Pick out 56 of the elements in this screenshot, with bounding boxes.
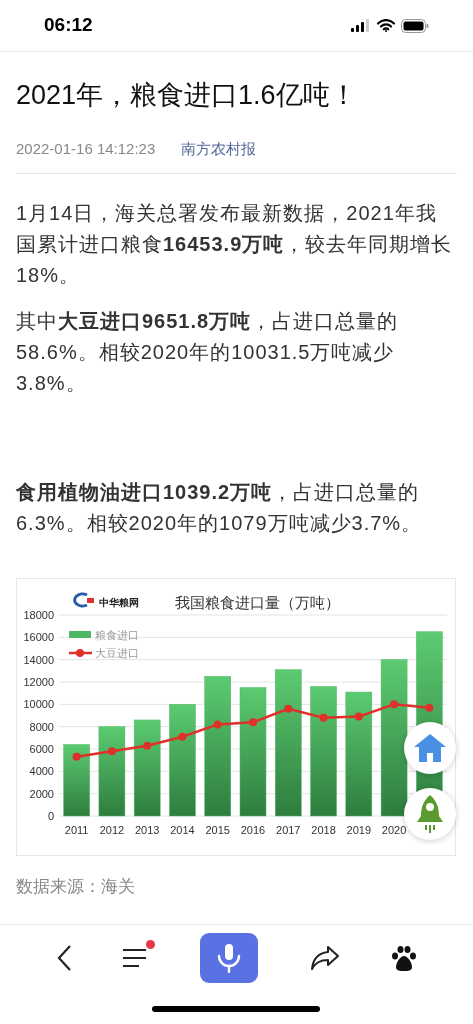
y-tick-label: 16000 xyxy=(23,630,54,643)
article-paragraph: 1月14日，海关总署发布最新数据，2021年我国累计进口粮食16453.9万吨，较去年同期增长18%。 xyxy=(16,200,454,288)
data-point xyxy=(425,703,434,712)
data-point xyxy=(249,717,257,726)
y-tick-label: 6000 xyxy=(29,742,54,755)
status-time: 06:12 xyxy=(44,13,93,38)
rocket-icon xyxy=(415,794,445,834)
x-tick-label: 2013 xyxy=(134,823,160,836)
x-tick-label: 2016 xyxy=(240,823,266,836)
article-title: 2021年，粮食进口1.6亿吨！ xyxy=(16,79,358,112)
x-tick-label: 2020 xyxy=(381,823,407,836)
y-tick-label: 4000 xyxy=(29,764,54,777)
data-point xyxy=(390,699,399,708)
voice-button[interactable] xyxy=(200,932,259,983)
x-tick-label: 2018 xyxy=(311,823,336,836)
signal-icon xyxy=(351,19,371,32)
microphone-icon xyxy=(216,942,243,973)
x-tick-label: 2015 xyxy=(205,823,230,836)
y-tick-label: 14000 xyxy=(23,653,54,666)
x-tick-label: 2011 xyxy=(64,823,89,836)
data-point xyxy=(284,704,293,713)
x-tick-label: 2019 xyxy=(346,823,372,836)
y-tick-label: 10000 xyxy=(23,697,54,710)
data-point xyxy=(319,713,328,722)
wifi-icon xyxy=(377,19,395,32)
article-paragraph: 食用植物油进口1039.2万吨，占进口总量的6.3%。相较2020年的1079万吨减少3.7%。 xyxy=(16,479,424,536)
share-icon[interactable] xyxy=(309,944,340,971)
home-icon xyxy=(413,733,447,763)
back-icon[interactable] xyxy=(55,943,72,972)
paw-icon[interactable] xyxy=(391,944,418,971)
data-point xyxy=(107,746,116,755)
x-tick-label: 2014 xyxy=(170,823,195,836)
legend-label: 大豆进口 xyxy=(95,646,139,660)
y-tick-label: 8000 xyxy=(29,720,54,733)
y-tick-label: 0 xyxy=(47,809,54,822)
battery-icon xyxy=(401,18,429,33)
y-tick-label: 12000 xyxy=(23,675,54,688)
chart-title: 我国粮食进口量（万吨） xyxy=(174,593,340,612)
y-tick-label: 18000 xyxy=(23,608,54,621)
data-point xyxy=(178,732,187,741)
data-point xyxy=(213,719,222,728)
legend-line-icon xyxy=(69,648,92,657)
data-point xyxy=(354,712,363,721)
article-paragraph: 其中大豆进口9651.8万吨，占进口总量的58.6%。相较2020年的10031.5万吨减少3.8%。 xyxy=(16,308,400,396)
publish-date: 2022-01-16 14:12:23 xyxy=(16,139,156,159)
source-link[interactable]: 南方农村报 xyxy=(181,138,257,161)
legend-label: 粮食进口 xyxy=(95,628,139,642)
chart-logo: 中华粮网 xyxy=(99,596,139,608)
x-tick-label: 2012 xyxy=(99,823,125,836)
legend-swatch xyxy=(69,630,91,638)
data-point xyxy=(72,752,81,761)
caption: 数据来源：海关 xyxy=(16,875,136,898)
data-point xyxy=(143,741,152,750)
logo-icon xyxy=(73,592,94,607)
x-tick-label: 2017 xyxy=(276,823,301,836)
y-tick-label: 2000 xyxy=(29,787,54,800)
